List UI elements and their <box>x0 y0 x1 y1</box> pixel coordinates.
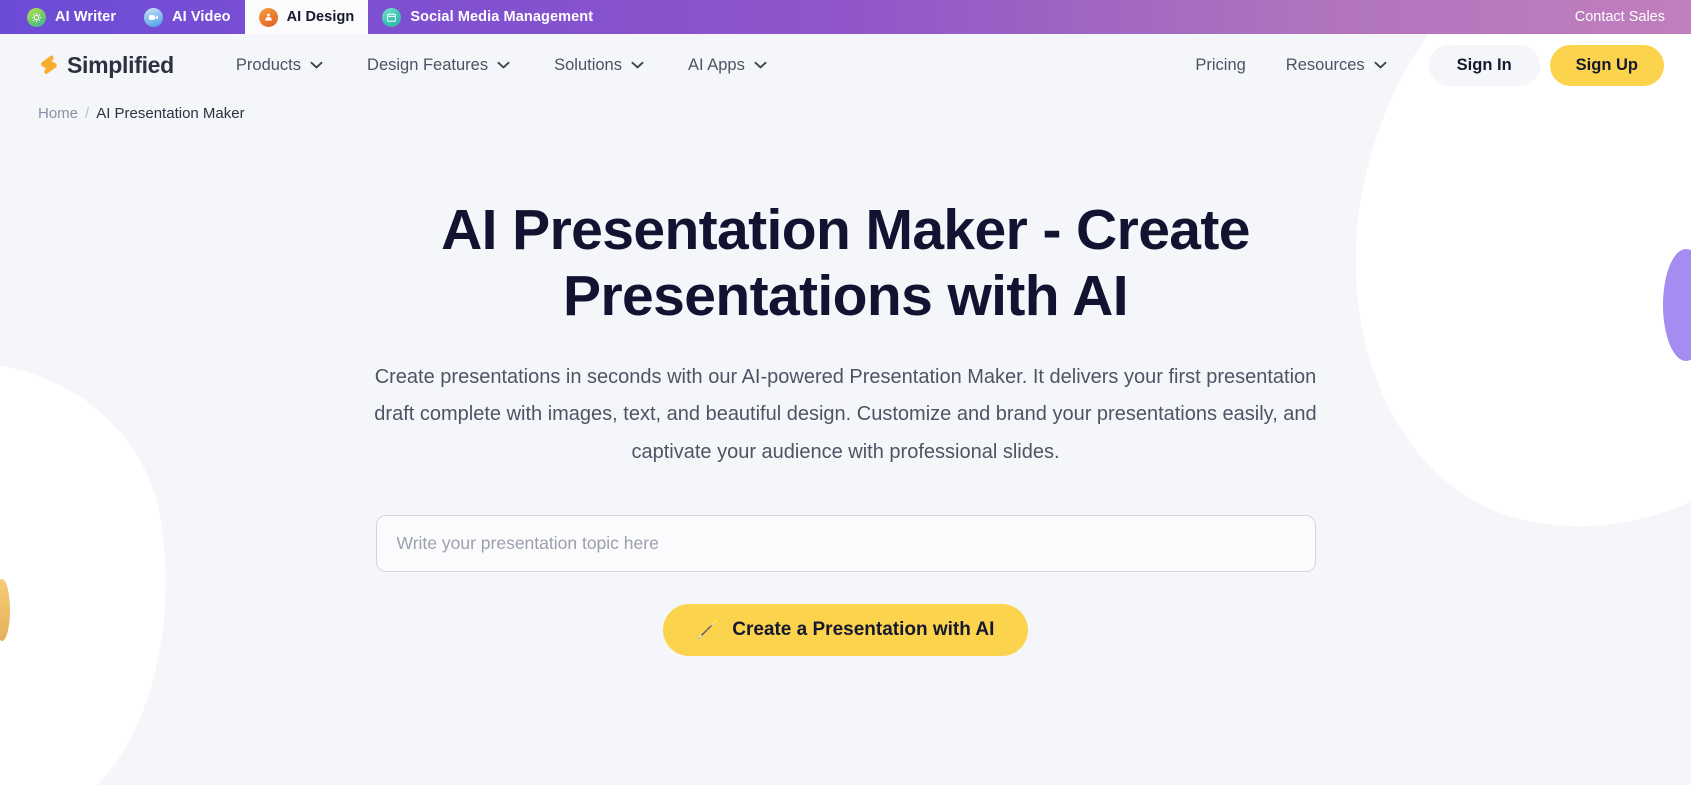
logo-text: Simplified <box>67 51 174 78</box>
main-navigation: Simplified Products Design Features Solu… <box>0 34 1691 96</box>
chevron-down-icon <box>754 61 767 69</box>
contact-sales-label: Contact Sales <box>1574 9 1665 25</box>
tab-social-media-management[interactable]: Social Media Management <box>368 0 607 34</box>
nav-item-resources[interactable]: Resources <box>1266 56 1407 75</box>
video-icon <box>144 7 164 27</box>
breadcrumb: Home / AI Presentation Maker <box>0 96 1691 122</box>
nav-item-label: Resources <box>1285 55 1365 74</box>
nav-item-label: Products <box>235 55 302 74</box>
chevron-down-icon <box>497 61 510 69</box>
sign-in-button[interactable]: Sign In <box>1428 44 1540 86</box>
chevron-down-icon <box>1374 61 1387 69</box>
nav-item-design-features[interactable]: Design Features <box>345 56 532 75</box>
chevron-down-icon <box>631 61 644 69</box>
calendar-icon <box>382 7 402 27</box>
sign-up-button[interactable]: Sign Up <box>1549 44 1664 86</box>
tab-label: AI Writer <box>55 9 117 25</box>
chevron-down-icon <box>310 61 323 69</box>
nav-item-label: Solutions <box>554 55 622 74</box>
nav-item-label: Pricing <box>1195 55 1246 74</box>
design-icon <box>258 7 278 27</box>
nav-item-label: AI Apps <box>687 55 745 74</box>
tab-label: Social Media Management <box>410 9 594 25</box>
create-presentation-label: Create a Presentation with AI <box>732 618 995 640</box>
page-title: AI Presentation Maker - Create Presentat… <box>441 198 1250 329</box>
breadcrumb-current: AI Presentation Maker <box>96 105 245 122</box>
contact-sales-link[interactable]: Contact Sales <box>1575 0 1691 34</box>
hero-section: AI Presentation Maker - Create Presentat… <box>0 122 1691 656</box>
logo-mark-icon <box>38 54 60 77</box>
nav-item-pricing[interactable]: Pricing <box>1175 56 1265 75</box>
tab-ai-design[interactable]: AI Design <box>244 0 369 34</box>
writer-icon <box>27 7 46 27</box>
breadcrumb-separator: / <box>85 105 90 122</box>
simplified-logo[interactable]: Simplified <box>38 52 174 79</box>
tab-ai-writer[interactable]: AI Writer <box>0 0 130 34</box>
product-switcher-bar: AI Writer AI Video AI Design Social Medi… <box>0 0 1691 34</box>
nav-item-products[interactable]: Products <box>214 56 345 75</box>
hero-description: Create presentations in seconds with our… <box>374 366 1317 463</box>
nav-item-solutions[interactable]: Solutions <box>532 56 666 75</box>
nav-item-label: Design Features <box>367 55 489 74</box>
magic-wand-icon: 🪄 <box>696 619 721 641</box>
tab-label: AI Design <box>286 9 355 25</box>
tab-ai-video[interactable]: AI Video <box>130 0 245 34</box>
presentation-topic-input[interactable] <box>375 514 1316 572</box>
nav-right-group: Pricing Resources Sign In Sign Up <box>1175 44 1664 86</box>
tab-label: AI Video <box>172 9 231 25</box>
nav-item-ai-apps[interactable]: AI Apps <box>666 56 789 75</box>
nav-links: Products Design Features Solutions AI Ap… <box>214 56 789 75</box>
breadcrumb-home[interactable]: Home <box>38 105 78 122</box>
create-presentation-button[interactable]: 🪄 Create a Presentation with AI <box>662 603 1029 656</box>
